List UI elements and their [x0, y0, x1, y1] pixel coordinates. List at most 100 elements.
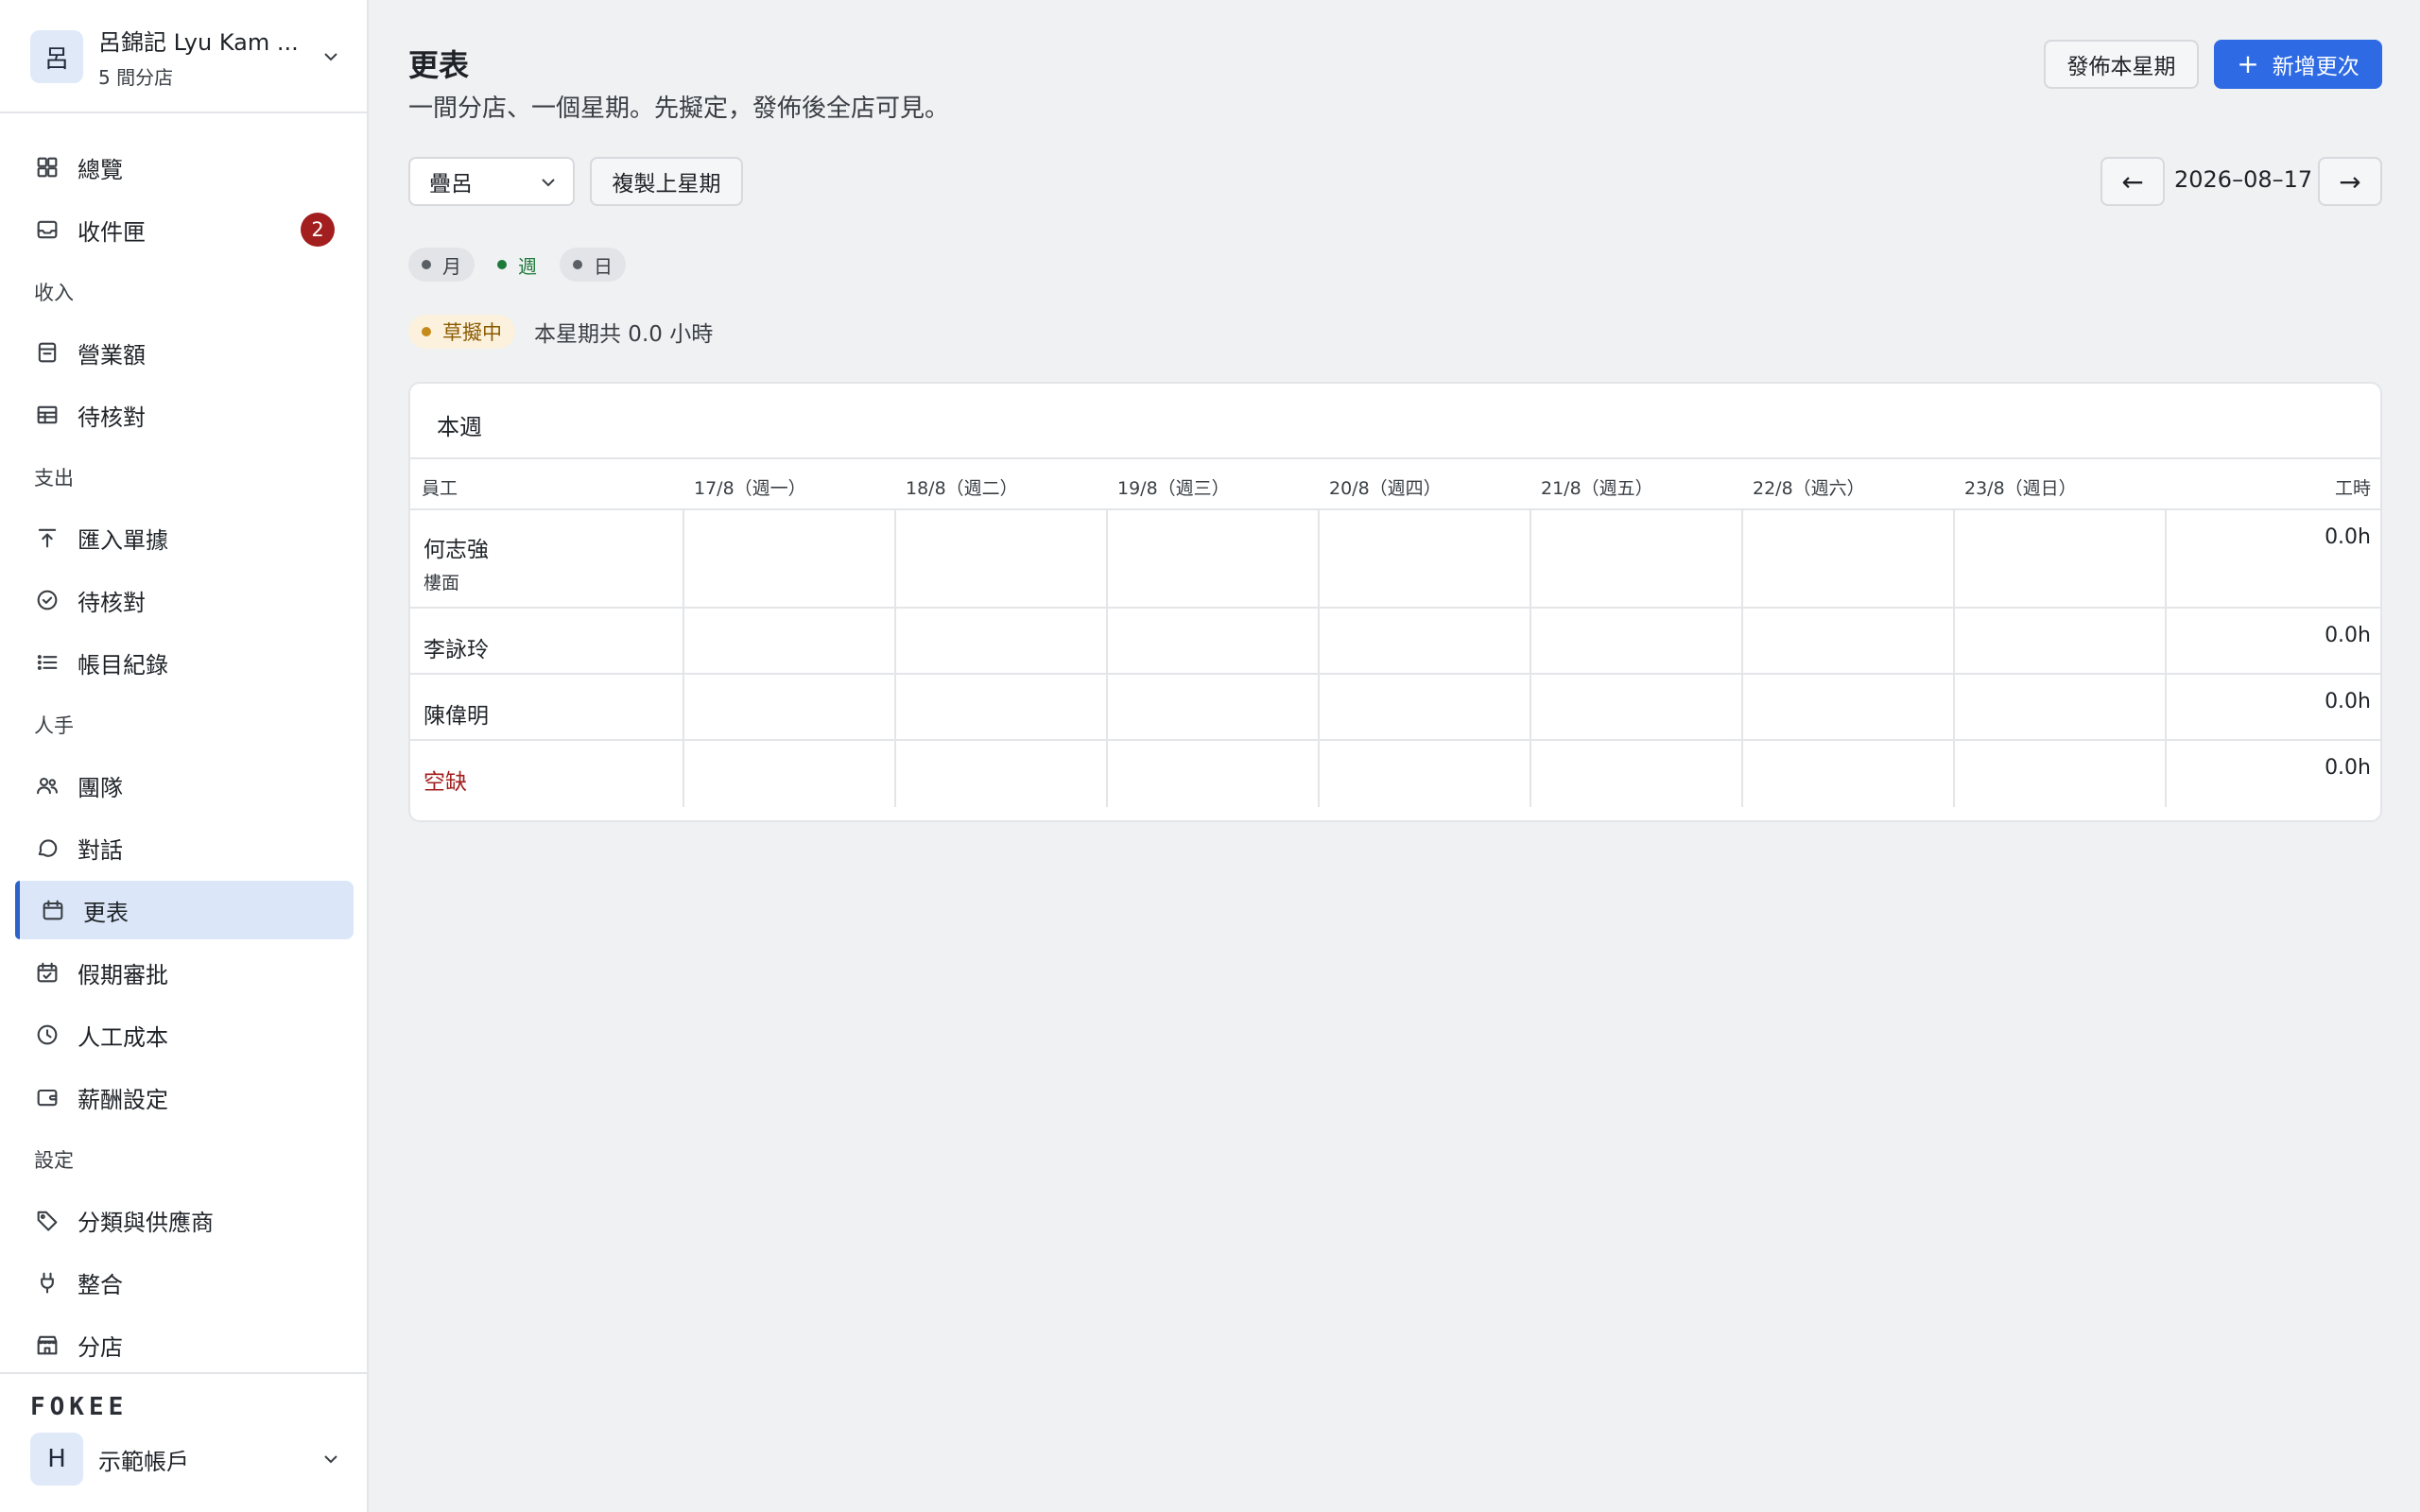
shift-cell[interactable] [1530, 609, 1741, 673]
sidebar-item-3-1[interactable]: 整合 [15, 1253, 354, 1312]
page-subtitle: 一間分店、一個星期。先擬定，發佈後全店可見。 [408, 94, 950, 123]
sidebar-item-1-0[interactable]: 匯入單據 [15, 508, 354, 567]
sidebar-divider [0, 112, 369, 113]
sidebar-item-top-1[interactable]: 收件匣 2 [15, 200, 354, 259]
sidebar-item-label: 團隊 [78, 774, 123, 801]
sidebar-item-0-0[interactable]: 營業額 [15, 323, 354, 382]
shift-cell[interactable] [1741, 741, 1953, 807]
calendar-icon [40, 897, 66, 923]
column-header: 員工 [422, 478, 458, 499]
sidebar-item-1-1[interactable]: 待核對 [15, 571, 354, 629]
shift-cell[interactable] [1953, 510, 2165, 607]
sidebar-item-3-0[interactable]: 分類與供應商 [15, 1191, 354, 1249]
shift-cell[interactable] [683, 609, 894, 673]
sidebar-nav: 總覽 收件匣 2 收入 營業額 待核對 支出 匯入單據 待核對 帳目紀錄 人手 團隊 對話 更表 假期審批人… [15, 138, 354, 1378]
shift-cell[interactable] [1953, 741, 2165, 807]
shift-cell[interactable] [1106, 609, 1318, 673]
receipt-icon [34, 339, 60, 366]
add-shift-button[interactable]: + 新增更次 [2214, 40, 2382, 89]
sidebar-item-3-2[interactable]: 分店 [15, 1315, 354, 1374]
view-toggle-0[interactable]: 月 [408, 248, 475, 282]
dashboard-icon [34, 154, 60, 180]
shift-cell[interactable] [1530, 741, 1741, 807]
sidebar-item-2-4[interactable]: 人工成本 [15, 1005, 354, 1064]
next-week-button[interactable]: → [2318, 157, 2382, 206]
shift-cell[interactable] [1318, 609, 1530, 673]
status-dot-icon [573, 260, 582, 269]
view-toggle-label: 日 [594, 254, 613, 278]
schedule-table: 員工 17/8（週一） 18/8（週二） 19/8（週三） 20/8（週四） 21/8（週… [410, 457, 2380, 807]
org-name: 呂錦記 Lyu Kam ... [98, 29, 299, 56]
view-toggle-2[interactable]: 日 [560, 248, 626, 282]
org-avatar: 呂 [30, 30, 83, 83]
sidebar-item-label: 更表 [83, 899, 129, 926]
shift-cell[interactable] [1953, 675, 2165, 739]
shift-cell[interactable] [1318, 675, 1530, 739]
sidebar-item-label: 總覽 [78, 156, 123, 183]
employee-name: 何志強 [424, 538, 489, 562]
branch-select-value: 疊呂 [429, 172, 473, 197]
column-header: 18/8（週二） [906, 478, 1018, 499]
column-header: 21/8（週五） [1541, 478, 1653, 499]
status-dot-icon [422, 260, 431, 269]
sidebar-item-label: 整合 [78, 1271, 123, 1298]
sidebar-item-label: 營業額 [78, 341, 146, 369]
shift-cell[interactable] [1106, 675, 1318, 739]
add-shift-label: 新增更次 [2272, 55, 2360, 79]
employee-name: 李詠玲 [424, 638, 489, 662]
chevron-down-icon [324, 53, 337, 61]
sidebar-item-2-5[interactable]: 薪酬設定 [15, 1068, 354, 1126]
shift-cell[interactable] [894, 741, 1106, 807]
plus-icon: + [2237, 48, 2259, 79]
tag-icon [34, 1207, 60, 1233]
sidebar-item-label: 對話 [78, 836, 123, 864]
shift-cell[interactable] [1741, 675, 1953, 739]
shift-cell[interactable] [1530, 675, 1741, 739]
shift-cell[interactable] [1741, 510, 1953, 607]
sidebar-item-2-2[interactable]: 更表 [15, 881, 354, 939]
shift-cell[interactable] [683, 741, 894, 807]
sidebar-item-2-0[interactable]: 團隊 [15, 756, 354, 815]
shift-cell[interactable] [1741, 609, 1953, 673]
status-dot-icon [422, 327, 431, 336]
previous-week-button[interactable]: ← [2100, 157, 2165, 206]
sidebar-item-top-0[interactable]: 總覽 [15, 138, 354, 197]
sidebar-item-0-1[interactable]: 待核對 [15, 386, 354, 444]
shift-cell[interactable] [1318, 741, 1530, 807]
shift-cell[interactable] [1953, 609, 2165, 673]
account-switcher[interactable]: H 示範帳戶 [30, 1433, 342, 1486]
sidebar-item-label: 假期審批 [78, 961, 168, 988]
sidebar-item-1-2[interactable]: 帳目紀錄 [15, 633, 354, 692]
week-hours-summary: 本星期共 0.0 小時 [534, 322, 714, 347]
draft-status-badge: 草擬中 [408, 315, 515, 349]
status-badge-label: 草擬中 [442, 321, 502, 344]
view-toggle-1[interactable]: 週 [490, 248, 544, 282]
column-header: 20/8（週四） [1329, 478, 1442, 499]
shift-cell[interactable] [894, 510, 1106, 607]
column-header: 工時 [2334, 478, 2371, 499]
sidebar-item-2-1[interactable]: 對話 [15, 818, 354, 877]
chevron-down-icon [542, 179, 555, 187]
shift-cell[interactable] [1318, 510, 1530, 607]
org-switcher[interactable]: 呂 呂錦記 Lyu Kam ... 5 間分店 [30, 26, 342, 89]
page-title: 更表 [408, 47, 470, 83]
shift-cell[interactable] [683, 675, 894, 739]
shift-cell[interactable] [683, 510, 894, 607]
shift-cell[interactable] [894, 675, 1106, 739]
branch-select[interactable]: 疊呂 [408, 157, 575, 206]
sidebar: 呂 呂錦記 Lyu Kam ... 5 間分店 總覽 收件匣 2 收入 營業額 待核對 支出… [0, 0, 369, 1512]
shift-cell[interactable] [1106, 510, 1318, 607]
shift-cell[interactable] [1530, 510, 1741, 607]
sidebar-item-label: 待核對 [78, 589, 146, 616]
table-row: 李詠玲 0.0h [410, 609, 2380, 675]
brand-logo: FOKEE [30, 1393, 129, 1421]
publish-week-button[interactable]: 發佈本星期 [2044, 40, 2199, 89]
employee-role: 樓面 [424, 573, 460, 593]
sidebar-item-label: 帳目紀錄 [78, 651, 168, 679]
chevron-down-icon [324, 1455, 337, 1464]
copy-last-week-button[interactable]: 複製上星期 [590, 157, 743, 206]
shift-cell[interactable] [894, 609, 1106, 673]
column-header: 17/8（週一） [694, 478, 806, 499]
shift-cell[interactable] [1106, 741, 1318, 807]
sidebar-item-2-3[interactable]: 假期審批 [15, 943, 354, 1002]
